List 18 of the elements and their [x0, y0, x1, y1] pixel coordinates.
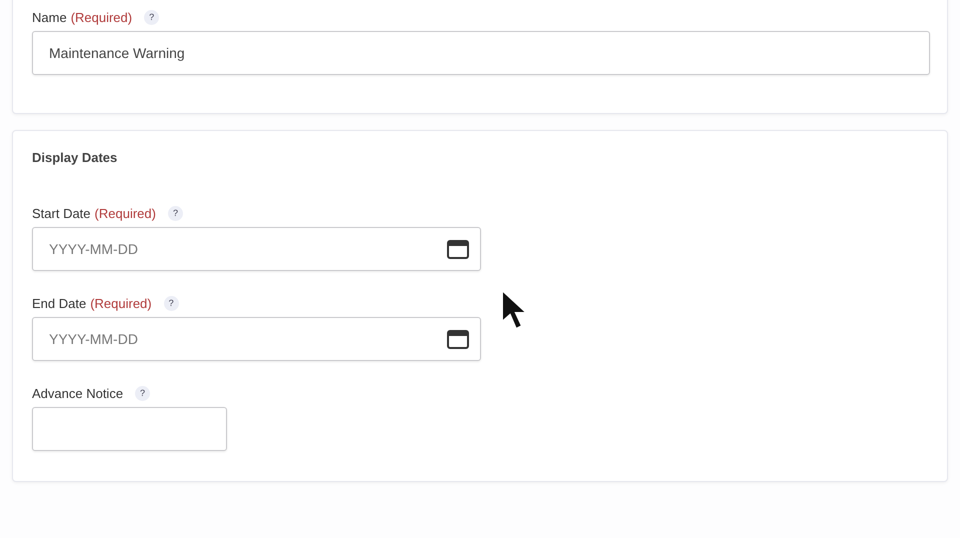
text-input-field[interactable]	[32, 407, 227, 451]
required-label: (Required)	[90, 296, 152, 310]
help-icon[interactable]: ?	[168, 206, 183, 220]
section-heading: Display Dates	[32, 150, 118, 165]
field-label: Name	[32, 10, 67, 24]
field-label: Start Date	[32, 206, 91, 220]
calendar-icon[interactable]	[447, 239, 469, 259]
required-label: (Required)	[70, 10, 132, 24]
date-input-field[interactable]: YYYY-MM-DD	[32, 227, 481, 271]
calendar-icon[interactable]	[447, 329, 469, 349]
help-icon[interactable]: ?	[135, 386, 150, 400]
help-icon[interactable]: ?	[164, 296, 179, 310]
help-icon[interactable]: ?	[144, 10, 160, 24]
date-input-field[interactable]: YYYY-MM-DD	[32, 317, 481, 361]
field-label: Advance Notice	[32, 386, 124, 400]
field-label: End Date	[32, 296, 86, 310]
text-input-field[interactable]: Maintenance Warning	[32, 31, 930, 75]
required-label: (Required)	[94, 206, 156, 220]
